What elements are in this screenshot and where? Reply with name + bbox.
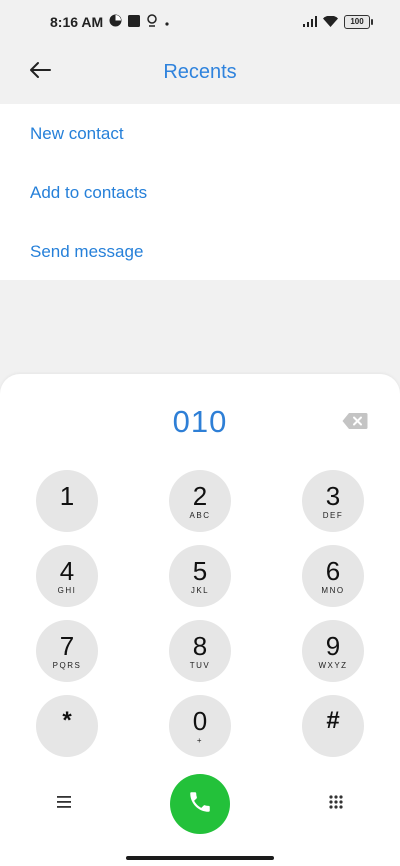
key-4[interactable]: 4 GHI — [36, 545, 98, 607]
send-message-button[interactable]: Send message — [0, 222, 400, 281]
dialed-number: 010 — [172, 404, 228, 439]
page-title: Recents — [163, 60, 237, 83]
status-bar-right: 100 — [303, 14, 373, 30]
key-letters: MNO — [321, 585, 345, 595]
key-letters: GHI — [57, 585, 77, 595]
key-letters: + — [196, 735, 204, 745]
key-letters: JKL — [190, 585, 210, 595]
action-list: New contact Add to contacts Send message — [0, 104, 400, 280]
key-letters: WXYZ — [318, 660, 348, 670]
key-9[interactable]: 9 WXYZ — [302, 620, 364, 682]
menu-icon — [57, 795, 71, 813]
battery-icon: 100 — [344, 15, 373, 29]
lock-notification-icon — [146, 14, 158, 30]
signal-icon — [303, 14, 317, 30]
key-star[interactable]: * — [36, 695, 98, 757]
header: Recents — [0, 44, 400, 100]
call-button[interactable] — [170, 774, 230, 834]
key-hash[interactable]: # — [302, 695, 364, 757]
dialer-bottom-row — [0, 774, 400, 834]
dialer-panel: 010 1 2 ABC 3 DEF 4 GHI 5 JKL 6 MNO 7 PQ… — [0, 374, 400, 866]
arrow-left-icon — [28, 61, 52, 84]
key-digit: # — [326, 706, 340, 734]
phone-icon — [187, 789, 213, 820]
key-letters: ABC — [189, 510, 211, 520]
key-6[interactable]: 6 MNO — [302, 545, 364, 607]
home-indicator[interactable] — [126, 856, 274, 860]
keypad-toggle-button[interactable] — [322, 792, 350, 816]
key-digit: 2 — [192, 480, 208, 511]
key-letters: DEF — [322, 510, 344, 520]
status-bar: 8:16 AM 100 — [0, 0, 400, 44]
key-8[interactable]: 8 TUV — [169, 620, 231, 682]
key-5[interactable]: 5 JKL — [169, 545, 231, 607]
back-button[interactable] — [22, 54, 58, 90]
key-3[interactable]: 3 DEF — [302, 470, 364, 532]
key-digit: 3 — [325, 480, 341, 511]
key-digit: 8 — [192, 630, 208, 661]
key-digit: 4 — [59, 555, 75, 586]
key-1[interactable]: 1 — [36, 470, 98, 532]
status-bar-left: 8:16 AM — [50, 14, 170, 30]
key-digit: 1 — [59, 480, 75, 511]
keypad-grid-icon — [329, 794, 343, 814]
backspace-icon — [342, 413, 368, 434]
key-digit: * — [62, 706, 72, 734]
key-7[interactable]: 7 PQRS — [36, 620, 98, 682]
key-letters: PQRS — [52, 660, 82, 670]
key-digit: 0 — [192, 705, 208, 736]
menu-button[interactable] — [50, 792, 78, 816]
key-digit: 9 — [325, 630, 341, 661]
wifi-icon — [323, 14, 338, 30]
circle-notification-icon — [109, 14, 122, 30]
backspace-button[interactable] — [342, 412, 368, 430]
status-time: 8:16 AM — [50, 14, 104, 30]
key-2[interactable]: 2 ABC — [169, 470, 231, 532]
key-letters: TUV — [189, 660, 211, 670]
key-0[interactable]: 0 + — [169, 695, 231, 757]
key-digit: 7 — [59, 630, 75, 661]
add-to-contacts-button[interactable]: Add to contacts — [0, 163, 400, 222]
new-contact-button[interactable]: New contact — [0, 104, 400, 163]
dot-icon — [164, 14, 170, 30]
key-digit: 6 — [325, 555, 341, 586]
square-app-icon — [128, 14, 141, 30]
key-digit: 5 — [192, 555, 208, 586]
